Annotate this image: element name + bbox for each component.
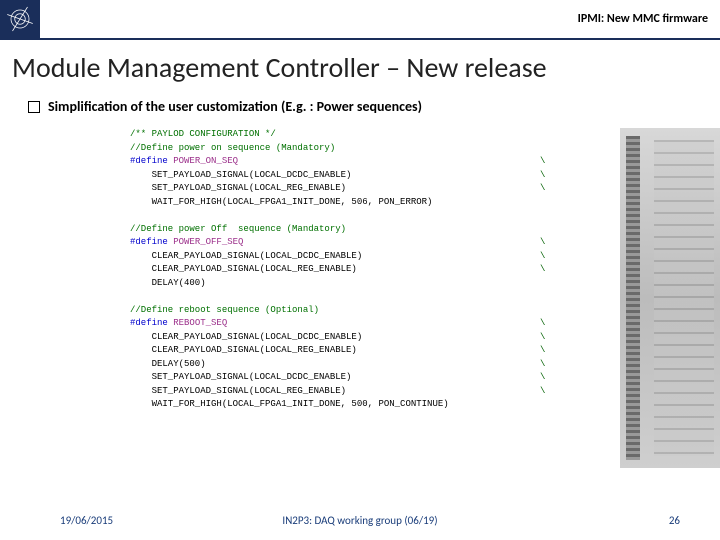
- code-line: //Define power on sequence (Mandatory): [130, 142, 610, 156]
- code-line: CLEAR_PAYLOAD_SIGNAL(LOCAL_DCDC_ENABLE)\: [130, 250, 610, 264]
- code-line: WAIT_FOR_HIGH(LOCAL_FPGA1_INIT_DONE, 506…: [130, 196, 610, 210]
- header-title: IPMI: New MMC firmware: [578, 12, 708, 26]
- code-line: SET_PAYLOAD_SIGNAL(LOCAL_REG_ENABLE)\: [130, 385, 610, 399]
- header-bar: IPMI: New MMC firmware: [0, 0, 720, 40]
- code-line: [130, 209, 610, 223]
- code-line: #define REBOOT_SEQ\: [130, 317, 610, 331]
- code-line: /** PAYLOD CONFIGURATION */: [130, 128, 610, 142]
- footer-page: 26: [669, 514, 680, 527]
- code-line: SET_PAYLOAD_SIGNAL(LOCAL_REG_ENABLE)\: [130, 182, 610, 196]
- code-line: SET_PAYLOAD_SIGNAL(LOCAL_DCDC_ENABLE)\: [130, 169, 610, 183]
- code-line: CLEAR_PAYLOAD_SIGNAL(LOCAL_REG_ENABLE)\: [130, 263, 610, 277]
- footer: 19/06/2015 IN2P3: DAQ working group (06/…: [0, 510, 720, 530]
- code-line: #define POWER_ON_SEQ\: [130, 155, 610, 169]
- page-title: Module Management Controller – New relea…: [12, 50, 547, 85]
- code-block: /** PAYLOD CONFIGURATION *///Define powe…: [130, 128, 610, 412]
- hardware-image: [620, 128, 720, 468]
- code-line: //Define power Off sequence (Mandatory): [130, 223, 610, 237]
- footer-date: 19/06/2015: [60, 514, 113, 527]
- code-line: SET_PAYLOAD_SIGNAL(LOCAL_DCDC_ENABLE)\: [130, 371, 610, 385]
- code-line: //Define reboot sequence (Optional): [130, 304, 610, 318]
- code-line: #define POWER_OFF_SEQ\: [130, 236, 610, 250]
- code-line: CLEAR_PAYLOAD_SIGNAL(LOCAL_DCDC_ENABLE)\: [130, 331, 610, 345]
- code-line: DELAY(500)\: [130, 358, 610, 372]
- cern-logo: [0, 0, 40, 39]
- bullet-row: Simplification of the user customization…: [28, 98, 422, 115]
- bullet-text: Simplification of the user customization…: [48, 98, 422, 115]
- slide: IPMI: New MMC firmware Module Management…: [0, 0, 720, 540]
- code-line: CLEAR_PAYLOAD_SIGNAL(LOCAL_REG_ENABLE)\: [130, 344, 610, 358]
- code-line: WAIT_FOR_HIGH(LOCAL_FPGA1_INIT_DONE, 500…: [130, 398, 610, 412]
- code-line: DELAY(400): [130, 277, 610, 291]
- checkbox-icon: [28, 101, 40, 113]
- code-line: [130, 290, 610, 304]
- cern-logo-icon: [5, 4, 35, 34]
